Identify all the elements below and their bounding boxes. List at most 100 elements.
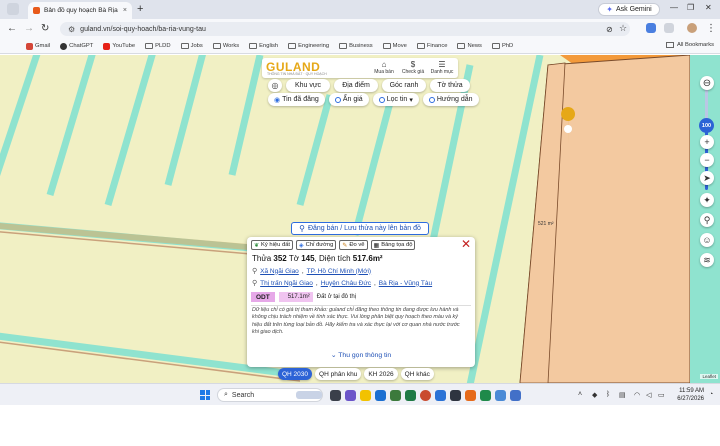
locate-button[interactable]: ◎ [268,79,282,92]
all-bookmarks[interactable]: All Bookmarks [665,42,714,48]
person-icon[interactable]: ☺ [700,233,714,247]
tab-bar: Bản đồ quy hoạch Bà Rịa - Vũng Tàu × + ✦… [0,0,720,19]
tray-chevron-icon[interactable]: ˄ [578,391,582,398]
collapse-info-button[interactable]: ⌄ Thu gọn thông tin [247,351,475,359]
taskbar-search[interactable]: ⌕ Search [217,388,323,402]
new-tab-button[interactable]: + [137,3,143,15]
maximize-icon[interactable]: ❐ [687,3,694,12]
bluetooth-icon[interactable]: ᛒ [606,391,610,398]
forward-icon[interactable]: → [24,23,34,34]
guide-button[interactable]: Hướng dẫn [422,93,479,106]
tab-active[interactable]: Bản đồ quy hoạch Bà Rịa - Vũng Tàu × [28,2,132,19]
layer-qh-phan-khu[interactable]: QH phân khu [315,368,362,380]
back-icon[interactable]: ← [7,23,17,34]
extension-icon[interactable] [646,23,656,33]
terminal-icon[interactable] [450,390,461,401]
install-icon[interactable]: ⊘ [606,24,613,35]
zoom-level-badge[interactable]: 100 [699,118,714,133]
zoom-in-icon[interactable]: + [700,135,714,149]
folder-icon [491,43,500,49]
bookmark-works[interactable]: Works [212,43,239,49]
layers-icon[interactable]: ≋ [700,253,714,267]
boundary-button[interactable]: Góc ranh [382,79,426,92]
battery-icon[interactable]: ▭ [658,391,665,399]
catalog-button[interactable]: ☰ Danh mục [430,60,454,75]
bookmark-star-icon[interactable]: ☆ [619,23,627,34]
windows-start-icon[interactable] [200,390,210,400]
teams-icon[interactable] [345,390,356,401]
task-view-icon[interactable] [330,390,341,401]
app-icon[interactable] [390,390,401,401]
bookmark-engineering[interactable]: Engineering [288,43,329,49]
navigate-icon[interactable]: ➤ [700,171,714,185]
bookmark-chatgpt[interactable]: ChatGPT [60,42,93,50]
province-link[interactable]: Bà Rịa - Vũng Tàu [379,280,432,287]
tools-icon[interactable]: ✦ [700,193,714,207]
bookmark-finance[interactable]: Finance [416,43,447,49]
bookmark-gmail[interactable]: Gmail [26,42,50,50]
zoom-out-icon[interactable]: − [700,153,714,167]
minimize-icon[interactable]: — [670,3,678,12]
menu-dots-icon[interactable]: ⋮ [706,23,716,34]
check-price-button[interactable]: $ Check giá [401,60,425,75]
land-symbol-button[interactable]: ❦ Ký hiệu đất [251,240,294,250]
posted-listings-button[interactable]: ◉ Tin đã đăng [268,93,325,106]
city-link[interactable]: TP. Hồ Chí Minh (Mới) [307,268,371,275]
bookmark-news[interactable]: News [457,43,482,49]
url-field[interactable]: ⚙ guland.vn/soi-quy-hoach/ba-ria-vung-ta… [60,22,630,36]
bookmark-business[interactable]: Business [339,43,373,49]
filter-listings-button[interactable]: Lọc tin ▾ [372,93,419,106]
file-explorer-icon[interactable] [360,390,371,401]
folder-icon [249,43,258,49]
parcel-info-card: ❦ Ký hiệu đất ◈ Chỉ đường ✎ Đo vẽ ▦ Bảng tọa… [247,237,475,367]
tray-app-icon[interactable]: ◆ [592,391,597,399]
word-icon[interactable] [375,390,386,401]
layer-qh-2030[interactable]: QH 2030 [278,368,313,380]
bookmark-phd[interactable]: PhD [491,43,513,49]
layer-qh-khac[interactable]: QH khác [400,368,434,380]
directions-button[interactable]: ◈ Chỉ đường [296,240,337,250]
window-close-icon[interactable]: ✕ [705,3,712,12]
bookmark-pldd[interactable]: PLDD [145,43,171,49]
location-button[interactable]: Địa điểm [334,79,378,92]
app-blue-icon[interactable] [495,390,506,401]
area-button[interactable]: Khu vực [286,79,330,92]
zoom-slider-top-icon[interactable]: ⊖ [700,76,714,90]
tab-title: Bản đồ quy hoạch Bà Rịa - Vũng Tàu [44,7,119,14]
excel-icon[interactable] [405,390,416,401]
ward-link[interactable]: Xã Ngãi Giao [260,268,299,275]
app-blue2-icon[interactable] [510,390,521,401]
layer-kh-2026[interactable]: KH 2026 [364,368,398,380]
sheet-parcel-button[interactable]: Tờ thửa [430,79,470,92]
card-close-icon[interactable]: ✕ [461,238,471,250]
reload-icon[interactable]: ↻ [41,23,49,34]
bookmark-jobs[interactable]: Jobs [180,43,203,49]
bookmark-youtube[interactable]: YouTube [103,42,135,50]
volume-icon[interactable]: ◁ [646,391,651,399]
measure-button[interactable]: ✎ Đo vẽ [339,240,368,250]
app-orange-icon[interactable] [465,390,476,401]
language-icon[interactable]: ▤ [619,391,626,399]
profile-avatar[interactable] [687,23,697,33]
extensions-puzzle-icon[interactable] [664,23,674,33]
chrome-icon[interactable] [420,390,431,401]
district-link[interactable]: Huyện Châu Đức [321,280,371,287]
buy-sell-button[interactable]: ⌂ Mua bán [372,60,396,75]
hide-price-button[interactable]: Ẩn giá [328,93,369,106]
leaflet-attribution[interactable]: Leaflet [700,374,718,379]
site-info-icon[interactable]: ⚙ [68,25,75,34]
bookmark-english[interactable]: English [249,43,278,49]
ask-gemini-button[interactable]: ✦ Ask Gemini [598,3,660,16]
app-green-icon[interactable] [480,390,491,401]
notifications-icon[interactable]: ◔ [709,391,713,398]
town-link[interactable]: Thị trấn Ngãi Giao [260,280,313,287]
clock[interactable]: 11:59 AM 6/27/2026 [677,387,704,403]
register-parcel-banner[interactable]: ⚲ Đăng bán / Lưu thửa này lên bản đồ [291,222,429,235]
wifi-icon[interactable]: ◠ [634,391,640,399]
bookmark-move[interactable]: Move [382,43,407,49]
coordinate-table-button[interactable]: ▦ Bảng tọa độ [370,240,416,250]
tab-close-icon[interactable]: × [123,7,127,14]
tab-search-icon[interactable] [7,3,19,15]
street-view-icon[interactable]: ⚲ [700,213,714,227]
zalo-icon[interactable] [435,390,446,401]
